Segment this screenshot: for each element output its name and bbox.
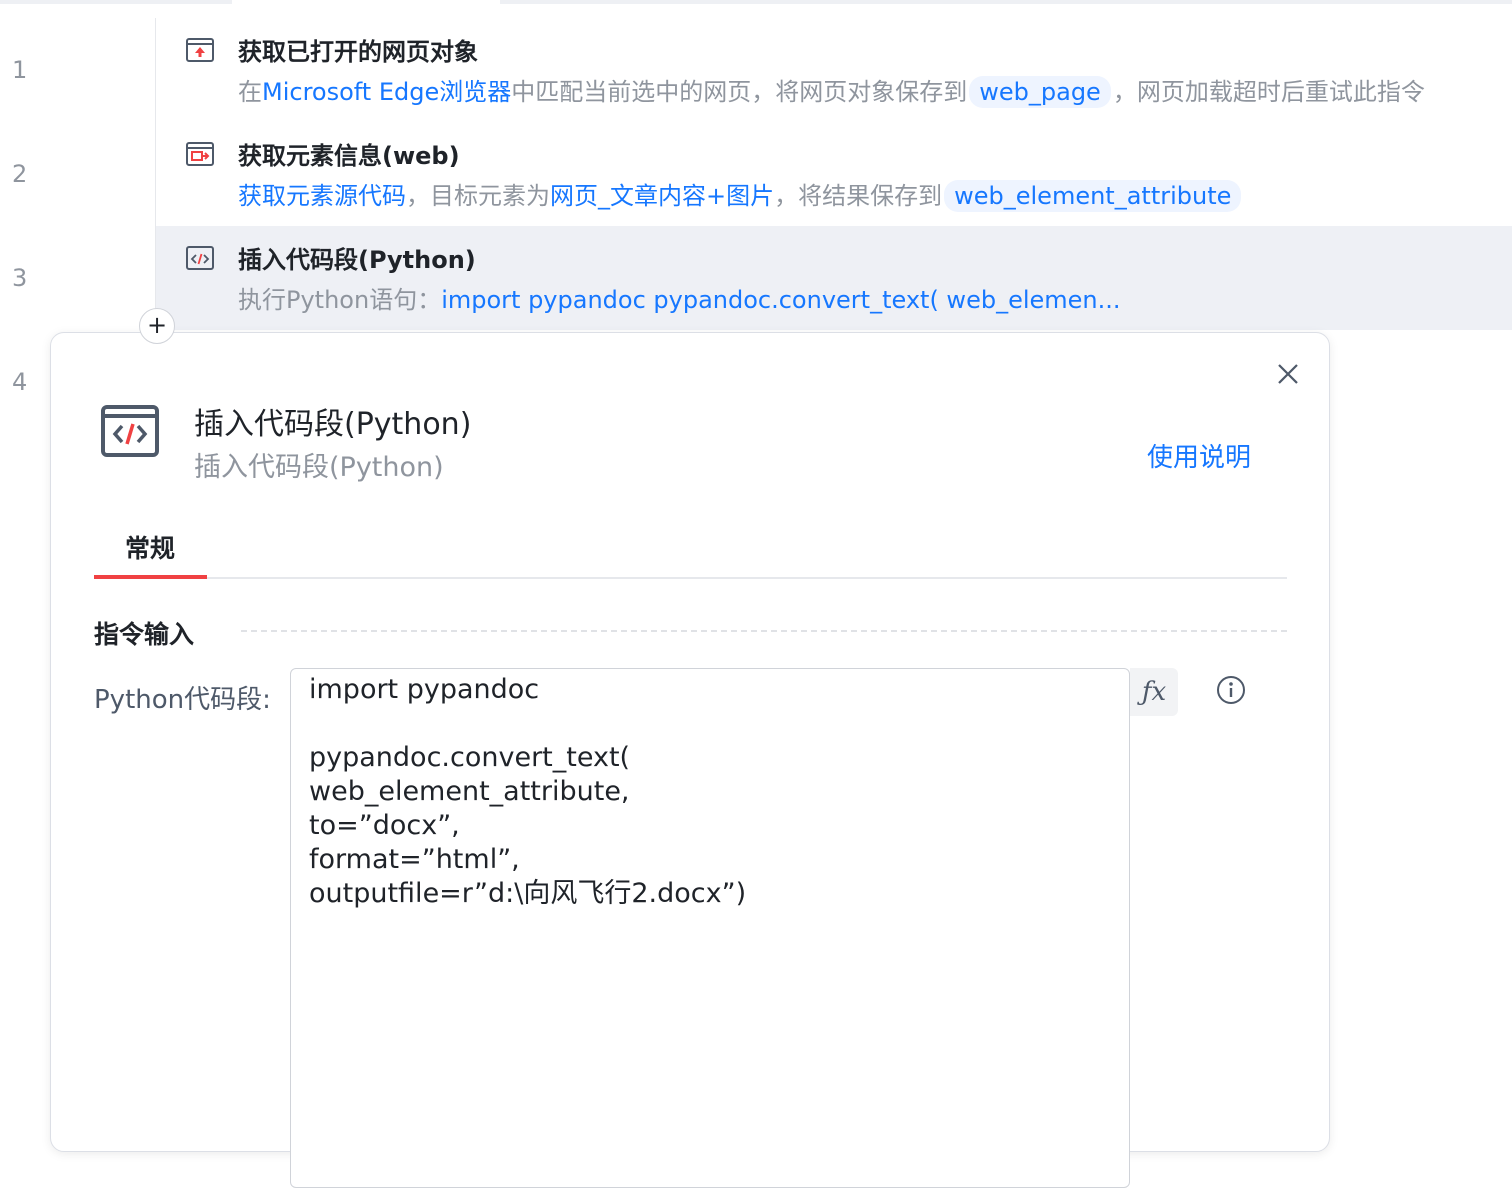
top-strip [0,0,1512,4]
tab-strip-right [500,0,1512,4]
info-icon[interactable] [1215,674,1247,706]
python-code-editor[interactable]: import pypandoc pypandoc.convert_text( w… [290,668,1130,1188]
python-code-label: Python代码段: [94,685,271,715]
tab-general[interactable]: 常规 [94,523,207,579]
dialog-title: 插入代码段(Python) [194,407,472,442]
flow-step-insert-python[interactable]: 插入代码段(Python) 执行Python语句：import pypandoc… [156,226,1512,330]
code-icon [186,246,214,270]
step-title: 获取已打开的网页对象 [238,38,478,66]
tab-strip-left [0,0,232,4]
dialog-subtitle: 插入代码段(Python) [194,452,444,483]
section-divider [241,630,1287,632]
element-info-icon [186,142,214,166]
fx-expression-button[interactable]: ƒx [1130,668,1178,716]
help-link[interactable]: 使用说明 [1147,437,1251,474]
python-snippet-dialog: 插入代码段(Python) 插入代码段(Python) 使用说明 常规 指令输入… [50,332,1330,1188]
browser-name: Microsoft Edge浏览器 [262,78,512,106]
step-title: 插入代码段(Python) [238,246,476,274]
tab-bar: 常规 [94,523,1287,579]
code-icon [101,405,159,457]
code-preview: import pypandoc pypandoc.convert_text( w… [441,286,1121,314]
variable-chip: web_page [969,76,1111,108]
step-description: 执行Python语句：import pypandoc pypandoc.conv… [238,286,1121,314]
line-number: 4 [12,368,28,396]
variable-chip: web_element_attribute [944,180,1242,212]
step-description: 在Microsoft Edge浏览器中匹配当前选中的网页，将网页对象保存到 web… [238,76,1425,108]
flow-step-get-page[interactable]: 获取已打开的网页对象 在Microsoft Edge浏览器中匹配当前选中的网页，… [156,18,1512,122]
step-description: 获取元素源代码，目标元素为网页_文章内容+图片，将结果保存到 web_elemen… [238,176,1243,212]
line-number: 1 [12,56,28,84]
add-step-button[interactable]: + [139,308,175,344]
tab-label: 常规 [125,534,176,563]
line-number: 2 [12,160,28,188]
section-title: 指令输入 [94,620,195,649]
flow-step-get-element-info[interactable]: 获取元素信息(web) 获取元素源代码，目标元素为网页_文章内容+图片，将结果保… [156,122,1512,226]
close-icon[interactable] [1273,359,1303,389]
target-element: 网页_文章内容+图片 [550,182,775,210]
step-title: 获取元素信息(web) [238,142,460,170]
action-name: 获取元素源代码 [238,182,406,210]
line-number: 3 [12,264,28,292]
browser-open-icon [186,38,214,62]
